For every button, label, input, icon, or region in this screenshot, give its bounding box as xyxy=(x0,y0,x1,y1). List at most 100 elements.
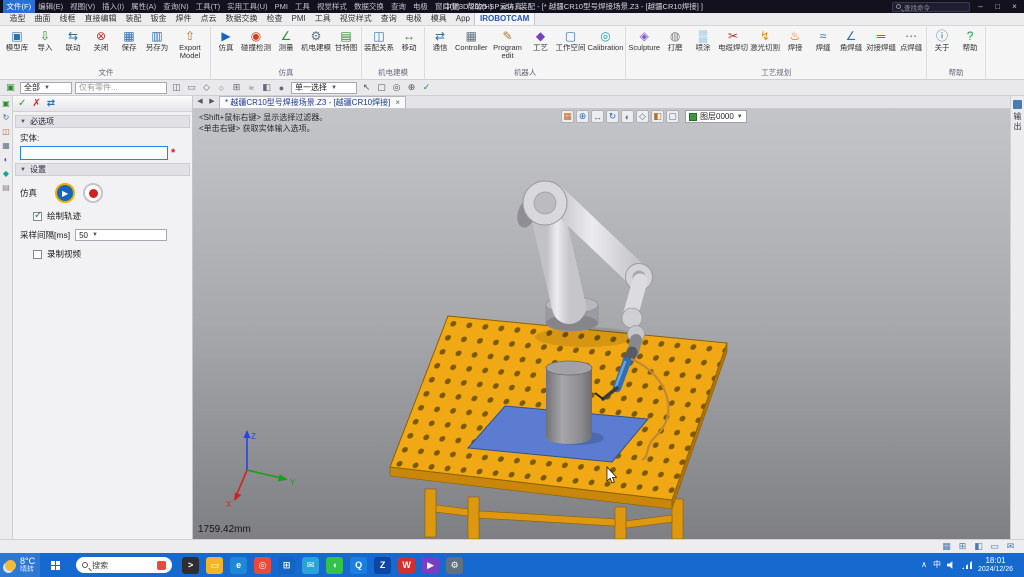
tab-close-icon[interactable]: × xyxy=(395,98,400,107)
ribbon-button[interactable]: ▥ 另存为 xyxy=(143,27,171,67)
ribbon-button[interactable]: ⇆ 联动 xyxy=(59,27,87,67)
menu-item[interactable]: 视图(V) xyxy=(67,0,99,13)
role-tab-icon[interactable]: ◆ xyxy=(1,169,11,179)
ribbon-button[interactable]: ⓘ 关于 xyxy=(928,27,956,67)
reset-icon[interactable]: ⇄ xyxy=(47,96,55,112)
volume-icon[interactable] xyxy=(947,560,956,569)
ribbon-button[interactable]: ? 帮助 xyxy=(956,27,984,67)
shade-mode-icon[interactable]: ◐ xyxy=(621,110,634,123)
view-cube-icon[interactable]: ▦ xyxy=(561,110,574,123)
menu-item[interactable]: 查询(N) xyxy=(160,0,192,13)
menu-item[interactable]: 电极 xyxy=(409,0,431,13)
grid-toggle-icon[interactable]: ▦ xyxy=(941,541,952,552)
terminal-app-icon[interactable]: > xyxy=(182,557,199,574)
pick-mode-icon[interactable]: ↖ xyxy=(360,81,373,94)
pan-icon[interactable]: ↔ xyxy=(591,110,604,123)
explorer-app-icon[interactable]: ▭ xyxy=(206,557,223,574)
menu-item[interactable]: 查询 xyxy=(387,0,409,13)
tray-expand-icon[interactable]: ∧ xyxy=(921,560,927,569)
filter-edge-icon[interactable]: ▭ xyxy=(185,81,198,94)
entity-filter-icon[interactable]: ▣ xyxy=(4,81,17,94)
taskbar-clock[interactable]: 18:01 2024/12/26 xyxy=(978,556,1013,573)
lasso-select-icon[interactable]: ◎ xyxy=(390,81,403,94)
ribbon-button[interactable]: ⇩ 导入 xyxy=(31,27,59,67)
store-app-icon[interactable]: ⊞ xyxy=(278,557,295,574)
ribbon-button[interactable]: ∠ 测量 xyxy=(272,27,300,67)
qq-app-icon[interactable]: Q xyxy=(350,557,367,574)
ribbon-button[interactable]: ▶ 仿真 xyxy=(212,27,240,67)
interval-combo[interactable]: 50▼ xyxy=(75,229,167,241)
ortho-toggle-icon[interactable]: ◧ xyxy=(973,541,984,552)
ribbon-tab[interactable]: 检查 xyxy=(262,13,287,25)
ribbon-button[interactable]: ≈ 焊缝 xyxy=(809,27,837,67)
office-app-icon[interactable]: W xyxy=(398,557,415,574)
tab-nav-right-icon[interactable]: ▶ xyxy=(207,96,217,108)
filter-plane-icon[interactable]: ◧ xyxy=(260,81,273,94)
ribbon-tab[interactable]: 电极 xyxy=(401,13,426,25)
ribbon-tab[interactable]: 造型 xyxy=(5,13,30,25)
network-icon[interactable] xyxy=(962,561,972,569)
ribbon-button[interactable]: ▤ 甘特图 xyxy=(332,27,360,67)
close-button[interactable]: × xyxy=(1008,0,1021,13)
ime-indicator[interactable]: 中 xyxy=(933,559,941,570)
chrome-app-icon[interactable]: ◎ xyxy=(254,557,271,574)
minimize-button[interactable]: – xyxy=(974,0,987,13)
ribbon-button[interactable]: ◉ 碰撞检测 xyxy=(240,27,272,67)
ribbon-button[interactable]: ✎ Program edit xyxy=(489,27,527,67)
3d-scene[interactable]: Z Y X xyxy=(193,109,1010,539)
view-tab-icon[interactable]: ▦ xyxy=(1,141,11,151)
visual-tab-icon[interactable]: ◐ xyxy=(1,155,11,165)
selection-mode-combo[interactable]: 单一选择▼ xyxy=(291,82,357,94)
ribbon-button[interactable]: ◫ 装配关系 xyxy=(363,27,395,67)
filter-all-icon[interactable]: ● xyxy=(275,81,288,94)
fullscreen-icon[interactable]: ▢ xyxy=(666,110,679,123)
menu-item[interactable]: 实用工具(U) xyxy=(224,0,271,13)
snap-toggle-icon[interactable]: ⊞ xyxy=(957,541,968,552)
ribbon-tab[interactable]: 工具 xyxy=(310,13,335,25)
zoom-fit-icon[interactable]: ⊕ xyxy=(576,110,589,123)
taskbar-search-input[interactable]: 搜索 xyxy=(76,557,172,573)
menu-item[interactable]: PMI xyxy=(271,0,291,13)
ribbon-tab[interactable]: 点云 xyxy=(196,13,221,25)
stop-record-button[interactable] xyxy=(83,183,103,203)
filter-shape-icon[interactable]: ◫ xyxy=(170,81,183,94)
ribbon-button[interactable]: ▒ 喷涂 xyxy=(689,27,717,67)
menu-item[interactable]: 文件(F) xyxy=(3,0,35,13)
attribute-tab-icon[interactable]: ▤ xyxy=(1,183,11,193)
play-simulation-button[interactable]: ▶ xyxy=(55,183,75,203)
ribbon-button[interactable]: ∠ 角焊缝 xyxy=(837,27,865,67)
draw-track-checkbox[interactable] xyxy=(33,212,42,221)
mail-app-icon[interactable]: ✉ xyxy=(302,557,319,574)
edge-app-icon[interactable]: e xyxy=(230,557,247,574)
ribbon-button[interactable]: ⊗ 关闭 xyxy=(87,27,115,67)
ribbon-button[interactable]: ↔ 移动 xyxy=(395,27,423,67)
menu-item[interactable]: 数据交换 xyxy=(350,0,387,13)
workpiece-cylinder[interactable] xyxy=(546,361,592,444)
menu-item[interactable]: 工具 xyxy=(291,0,313,13)
menu-item[interactable]: 工具(T) xyxy=(192,0,224,13)
ribbon-tab[interactable]: PMI xyxy=(287,13,310,25)
ribbon-tab[interactable]: 焊件 xyxy=(171,13,196,25)
confirm-icon[interactable]: ✓ xyxy=(18,96,26,112)
ribbon-button[interactable]: ⇧ Export Model xyxy=(171,27,209,67)
start-button[interactable] xyxy=(40,553,70,577)
wechat-app-icon[interactable]: ◖ xyxy=(326,557,343,574)
ribbon-tab[interactable]: 查询 xyxy=(376,13,401,25)
part-filter-input[interactable] xyxy=(75,82,167,94)
ribbon-button[interactable]: ◎ Calibration xyxy=(587,27,625,67)
ribbon-tab[interactable]: App xyxy=(451,13,474,25)
maximize-button[interactable]: □ xyxy=(991,0,1004,13)
media-app-icon[interactable]: ▶ xyxy=(422,557,439,574)
ribbon-tab[interactable]: 视觉样式 xyxy=(335,13,376,25)
message-icon[interactable]: ✉ xyxy=(1005,541,1016,552)
ribbon-button[interactable]: ▦ Controller xyxy=(454,27,489,67)
filter-assembly-icon[interactable]: ⊞ xyxy=(230,81,243,94)
assembly-tab-icon[interactable]: ◫ xyxy=(1,127,11,137)
filter-point-icon[interactable]: ○ xyxy=(215,81,228,94)
required-section-header[interactable]: ▼ 必选项 xyxy=(15,115,190,128)
entity-input[interactable] xyxy=(20,146,168,160)
rotate-view-icon[interactable]: ↻ xyxy=(606,110,619,123)
ribbon-tab[interactable]: 钣金 xyxy=(146,13,171,25)
filter-curve-icon[interactable]: ≈ xyxy=(245,81,258,94)
ribbon-tab[interactable]: 模具 xyxy=(426,13,451,25)
